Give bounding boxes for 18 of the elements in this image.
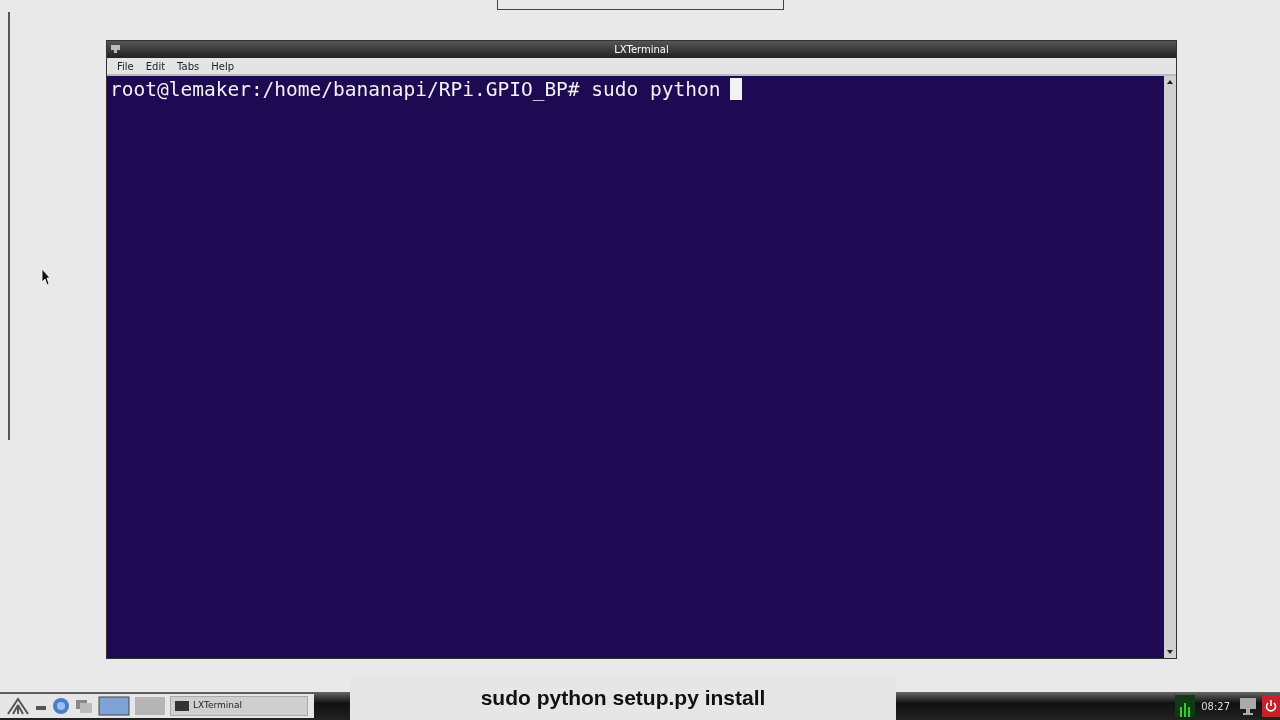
window-menu-icon[interactable] — [111, 45, 120, 53]
window-title: LXTerminal — [614, 43, 669, 57]
monitor-icon[interactable] — [1238, 696, 1258, 716]
menu-item[interactable]: Help — [211, 58, 235, 74]
terminal-area[interactable]: root@lemaker:/home/bananapi/RPi.GPIO_BP# sudo python — [107, 76, 1164, 658]
mouse-pointer-icon — [41, 268, 51, 286]
windows-icon[interactable] — [74, 697, 94, 715]
menu-item[interactable]: Tabs — [177, 58, 200, 74]
globe-icon[interactable] — [52, 697, 70, 715]
taskbar-task[interactable]: LXTerminal — [170, 696, 308, 716]
clock-text[interactable]: 08:27 — [1201, 698, 1230, 714]
menu-item[interactable]: File — [117, 58, 134, 74]
power-icon[interactable] — [1262, 695, 1280, 717]
cpu-meter-icon — [1175, 695, 1196, 717]
menu-item[interactable]: Edit — [145, 58, 166, 74]
scrollbar[interactable] — [1164, 76, 1176, 658]
terminal-icon — [175, 701, 189, 711]
menu-icon[interactable] — [6, 697, 30, 715]
